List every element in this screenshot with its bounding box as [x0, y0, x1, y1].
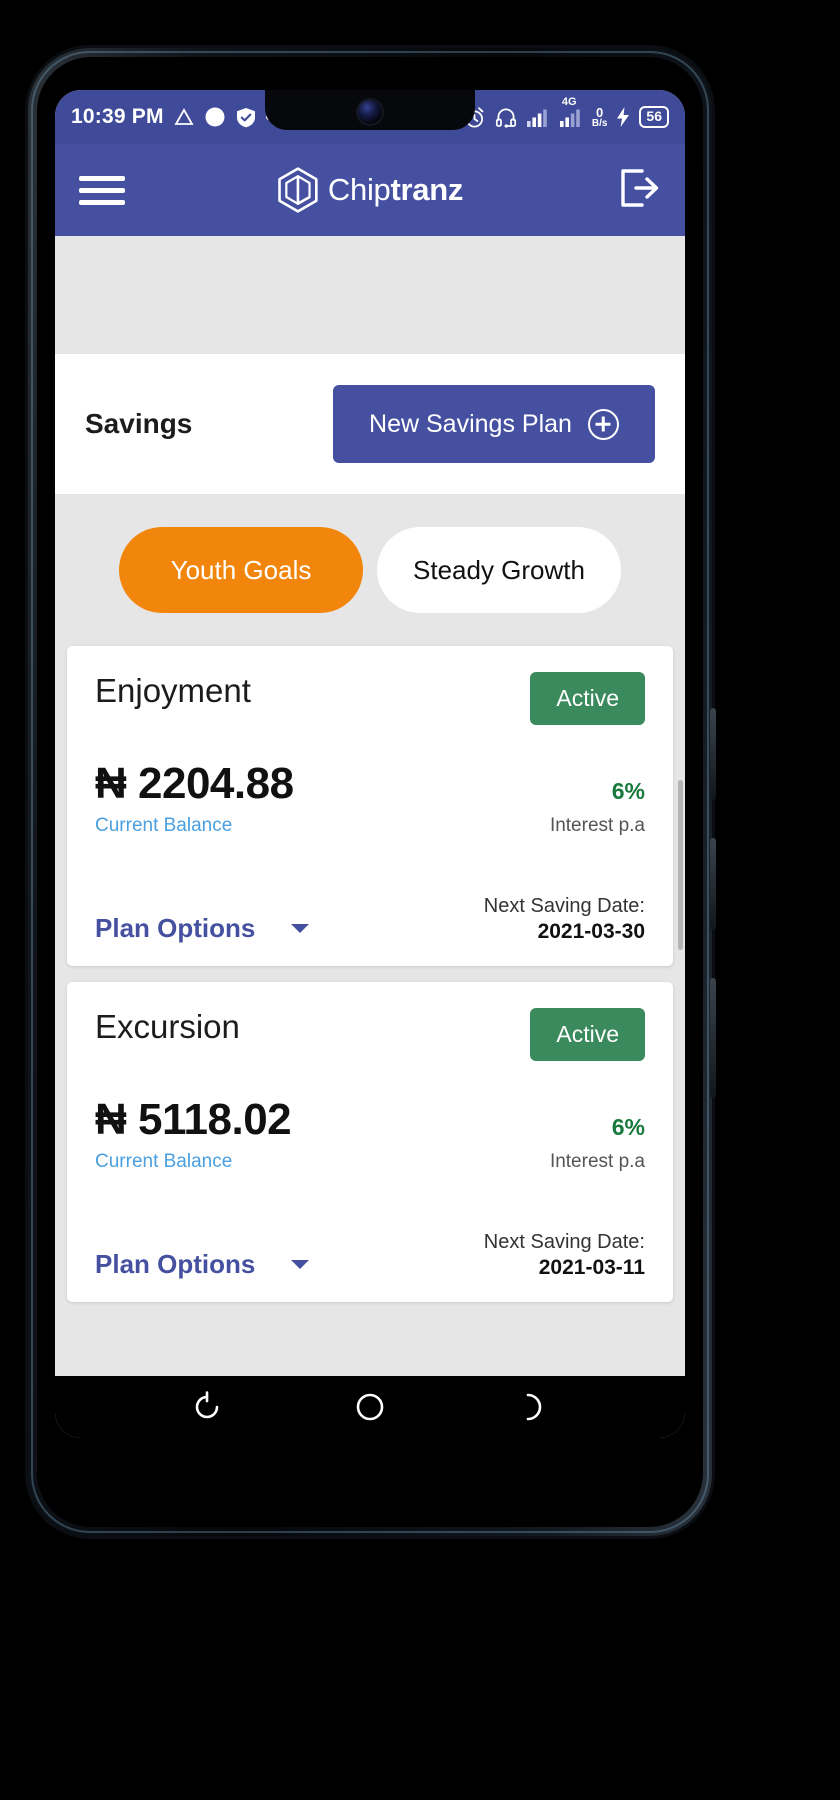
plan-options-dropdown[interactable]: Plan Options: [95, 1249, 310, 1280]
phone-screen: 10:39 PM 4G 0 B/s 56 Chiptranz Savings N…: [55, 90, 685, 1438]
android-navigation-bar: [55, 1376, 685, 1438]
triangle-outline-icon: [174, 108, 194, 125]
volume-up-button[interactable]: [710, 708, 716, 800]
brand-logo: Chiptranz: [277, 167, 463, 213]
interest-rate-value: 6%: [611, 1114, 645, 1140]
interest-rate-value: 6%: [611, 778, 645, 804]
interest-pa-label: Interest p.a: [549, 815, 645, 836]
plan-options-dropdown[interactable]: Plan Options: [95, 913, 310, 944]
power-button[interactable]: [710, 978, 716, 1098]
balance-value: 2204.88: [138, 759, 294, 808]
brand-name-second: tranz: [390, 172, 464, 207]
content-top-spacer: [55, 236, 685, 354]
tab-steady-growth-label: Steady Growth: [413, 554, 585, 585]
status-badge[interactable]: Active: [530, 672, 645, 725]
tab-youth-goals-label: Youth Goals: [170, 554, 312, 585]
hexagon-chip-logo-icon: [278, 167, 318, 213]
scrollbar[interactable]: [678, 780, 683, 950]
plan-card-footer: Plan Options Next Saving Date: 2021-03-1…: [95, 1231, 645, 1280]
front-camera-icon: [358, 100, 382, 124]
plan-balance-amount: ₦ 2204.88: [95, 759, 294, 809]
volume-down-button[interactable]: [710, 838, 716, 930]
net-speed-value: 0: [596, 104, 604, 120]
brand-name: Chiptranz: [328, 172, 463, 208]
next-saving-date-block: Next Saving Date: 2021-03-11: [484, 1231, 645, 1280]
display-notch: [265, 90, 475, 130]
status-bar-right: 4G 0 B/s 56: [463, 96, 669, 129]
app-header: Chiptranz: [55, 144, 685, 236]
menu-line-2: [79, 187, 125, 193]
savings-plan-card[interactable]: Enjoyment Active ₦ 2204.88 6% Current Ba…: [67, 646, 673, 966]
plan-name: Enjoyment: [95, 672, 251, 709]
plus-circle-icon: [587, 408, 619, 440]
battery-level-indicator: 56: [639, 106, 669, 128]
tab-youth-goals[interactable]: Youth Goals: [119, 527, 363, 613]
status-badge[interactable]: Active: [530, 1008, 645, 1061]
back-circle-icon[interactable]: [190, 1390, 224, 1424]
savings-plan-list: Enjoyment Active ₦ 2204.88 6% Current Ba…: [55, 646, 685, 1302]
plan-card-header: Excursion Active: [95, 1008, 645, 1061]
new-savings-plan-label: New Savings Plan: [369, 409, 572, 438]
lightning-bolt-icon: [617, 107, 630, 127]
balance-value: 5118.02: [138, 1095, 292, 1144]
status-time: 10:39 PM: [71, 105, 164, 128]
status-bar-left: 10:39 PM: [71, 105, 292, 129]
chevron-down-icon: [291, 1260, 310, 1269]
chevron-down-icon: [291, 924, 310, 933]
network-speed-indicator: 0 B/s: [592, 106, 608, 129]
network-type-label: 4G: [561, 96, 577, 108]
menu-line-3: [79, 199, 125, 205]
page-title: Savings: [85, 408, 193, 439]
plan-card-footer: Plan Options Next Saving Date: 2021-03-3…: [95, 895, 645, 944]
next-saving-date-label: Next Saving Date:: [483, 1231, 645, 1253]
signal-bars-icon: [526, 109, 547, 127]
plan-balance-amount: ₦ 5118.02: [95, 1095, 292, 1145]
savings-section-header: Savings New Savings Plan: [55, 354, 685, 494]
current-balance-label: Current Balance: [95, 1151, 233, 1172]
home-circle-icon[interactable]: [353, 1390, 387, 1424]
plan-labels-row: Current Balance Interest p.a: [95, 815, 645, 837]
recents-icon[interactable]: [516, 1390, 550, 1424]
net-speed-unit: B/s: [591, 117, 608, 129]
plan-card-header: Enjoyment Active: [95, 672, 645, 725]
new-savings-plan-button[interactable]: New Savings Plan: [333, 385, 655, 463]
headset-icon: [495, 108, 516, 128]
plan-options-label: Plan Options: [95, 1249, 256, 1279]
plan-balance-row: ₦ 2204.88 6%: [95, 759, 645, 809]
plan-balance-row: ₦ 5118.02 6%: [95, 1095, 645, 1145]
next-saving-date-block: Next Saving Date: 2021-03-30: [484, 895, 645, 944]
next-saving-date-value: 2021-03-30: [537, 920, 645, 943]
circle-filled-icon: [205, 107, 225, 127]
next-saving-date-label: Next Saving Date:: [483, 895, 645, 917]
app-content: Savings New Savings Plan Youth Goals Ste…: [55, 236, 685, 1376]
phone-device-frame: 10:39 PM 4G 0 B/s 56 Chiptranz Savings N…: [28, 48, 716, 1536]
signal-4g-icon: 4G: [559, 96, 583, 127]
tab-steady-growth[interactable]: Steady Growth: [377, 527, 621, 613]
brand-name-first: Chip: [327, 172, 391, 207]
plan-labels-row: Current Balance Interest p.a: [95, 1151, 645, 1173]
currency-symbol: ₦: [95, 759, 127, 808]
shield-check-icon: [236, 107, 255, 127]
logout-arrow-icon[interactable]: [617, 166, 661, 215]
plan-options-label: Plan Options: [95, 913, 256, 943]
current-balance-label: Current Balance: [95, 815, 233, 836]
menu-line-1: [79, 175, 125, 181]
currency-symbol: ₦: [95, 1095, 127, 1144]
savings-plan-card[interactable]: Excursion Active ₦ 5118.02 6% Current Ba…: [67, 982, 673, 1302]
plan-category-tabs: Youth Goals Steady Growth: [55, 494, 685, 646]
interest-pa-label: Interest p.a: [549, 1151, 645, 1172]
hamburger-menu-icon[interactable]: [79, 175, 125, 205]
plan-name: Excursion: [95, 1008, 240, 1045]
next-saving-date-value: 2021-03-11: [538, 1256, 645, 1279]
